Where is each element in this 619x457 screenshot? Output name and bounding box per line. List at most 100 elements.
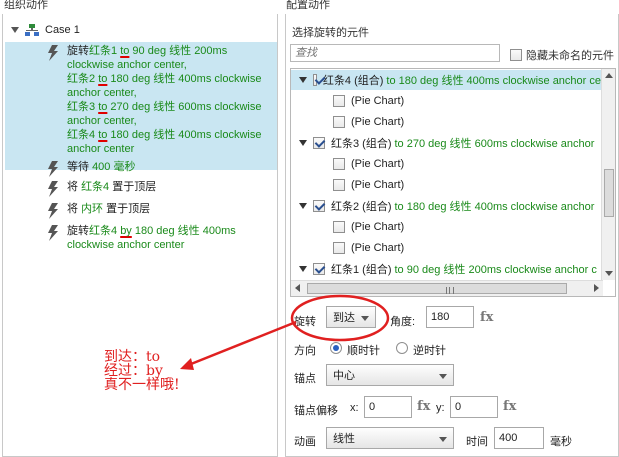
vertical-scrollbar[interactable]: [601, 69, 615, 280]
action-line: 旋转红条4 by 180 deg 线性 400ms: [67, 224, 273, 238]
lightning-icon: [47, 45, 59, 61]
offset-x-value: 0: [369, 401, 376, 413]
action-text: anchor center: [67, 143, 135, 155]
tree-row-name: 红条4 (组合): [322, 75, 384, 87]
action-item[interactable]: 旋转红条1 to 90 deg 线性 200ms clockwise anchor…: [67, 44, 273, 156]
annotation-line-1: 到达：to: [104, 349, 161, 365]
tree-row-checkbox[interactable]: [313, 137, 325, 149]
chevron-down-icon: [439, 374, 447, 379]
case-row[interactable]: Case 1: [11, 22, 80, 38]
horizontal-scroll-thumb[interactable]: [307, 283, 567, 294]
expand-arrow-icon[interactable]: [299, 140, 307, 146]
tree-child-row[interactable]: (Pie Chart): [291, 91, 601, 111]
horizontal-scrollbar[interactable]: [291, 280, 603, 296]
vertical-scroll-thumb[interactable]: [604, 169, 614, 217]
scroll-up-icon[interactable]: [605, 73, 613, 78]
rotate-mode-value: 到达: [333, 312, 355, 324]
action-text: 红条1: [89, 45, 118, 57]
angle-label: 角度:: [390, 316, 416, 328]
action-text: 270 deg 线性 600ms clockwise: [107, 101, 262, 113]
action-line: 等待 400 毫秒: [67, 160, 273, 174]
animation-label: 动画: [294, 436, 316, 448]
tree-child-row[interactable]: (Pie Chart): [291, 175, 601, 195]
tree-row-name: (Pie Chart): [351, 221, 405, 233]
counterclockwise-radio[interactable]: [396, 342, 408, 354]
action-line: 旋转红条1 to 90 deg 线性 200ms: [67, 44, 273, 58]
action-item[interactable]: 等待 400 毫秒: [67, 160, 273, 174]
case-label: Case 1: [45, 24, 80, 36]
clockwise-radio[interactable]: [330, 342, 342, 354]
offset-y-label: y:: [436, 402, 445, 414]
tree-child-row[interactable]: (Pie Chart): [291, 154, 601, 174]
angle-input[interactable]: 180: [426, 306, 474, 328]
action-text: anchor center,: [67, 115, 137, 127]
lightning-icon: [47, 203, 59, 219]
tree-row-checkbox[interactable]: [313, 74, 317, 86]
select-widgets-title: 选择旋转的元件: [292, 27, 369, 39]
rotate-mode-select[interactable]: 到达: [326, 306, 376, 328]
tree-row-checkbox[interactable]: [333, 95, 345, 107]
tree-row-description: to 180 deg 线性 400ms clockwise anchor ce: [386, 75, 601, 87]
tree-child-row[interactable]: (Pie Chart): [291, 217, 601, 237]
action-text: 旋转: [67, 225, 89, 237]
tree-child-row[interactable]: (Pie Chart): [291, 238, 601, 258]
scroll-down-icon[interactable]: [605, 271, 613, 276]
action-item[interactable]: 将 内环 置于顶层: [67, 202, 273, 216]
counterclockwise-label: 逆时针: [413, 345, 446, 357]
offset-x-input[interactable]: 0: [364, 396, 412, 418]
action-line: anchor center,: [67, 86, 273, 100]
offset-x-fx-button[interactable]: fx: [417, 399, 430, 414]
action-line: 红条4 to 180 deg 线性 400ms clockwise: [67, 128, 273, 142]
tree-row-checkbox[interactable]: [333, 242, 345, 254]
tree-group-row[interactable]: 红条1 (组合) to 90 deg 线性 200ms clockwise anc…: [291, 259, 601, 279]
anchor-select[interactable]: 中心: [326, 364, 454, 386]
tree-group-row[interactable]: 红条3 (组合) to 270 deg 线性 600ms clockwise an…: [291, 133, 601, 153]
action-line: anchor center,: [67, 114, 273, 128]
tree-row-checkbox[interactable]: [333, 116, 345, 128]
tree-row-checkbox[interactable]: [313, 263, 325, 275]
action-text: to: [98, 101, 108, 113]
hide-unnamed-label: 隐藏未命名的元件: [526, 50, 614, 62]
lightning-icon: [47, 225, 59, 241]
action-text: 红条2: [67, 73, 99, 85]
left-panel-header: 组织动作: [4, 0, 48, 11]
offset-y-value: 0: [455, 401, 462, 413]
tree-group-row[interactable]: 红条4 (组合) to 180 deg 线性 400ms clockwise an…: [291, 70, 601, 90]
expand-arrow-icon[interactable]: [299, 266, 307, 272]
action-item[interactable]: 旋转红条4 by 180 deg 线性 400ms clockwise ancho…: [67, 224, 273, 252]
tree-row-checkbox[interactable]: [333, 158, 345, 170]
widget-tree: 红条4 (组合) to 180 deg 线性 400ms clockwise an…: [290, 68, 616, 297]
grip-icon: [446, 287, 454, 294]
action-text: 红条3: [67, 101, 99, 113]
action-line: 将 内环 置于顶层: [67, 202, 273, 216]
scroll-right-icon[interactable]: [594, 284, 599, 292]
hide-unnamed-toggle[interactable]: 隐藏未命名的元件: [510, 47, 614, 63]
offset-y-input[interactable]: 0: [450, 396, 498, 418]
search-input[interactable]: [290, 44, 500, 62]
tree-child-row[interactable]: (Pie Chart): [291, 112, 601, 132]
tree-row-checkbox[interactable]: [333, 221, 345, 233]
scroll-left-icon[interactable]: [295, 284, 300, 292]
time-input[interactable]: 400: [494, 427, 544, 449]
expand-arrow-icon[interactable]: [299, 203, 307, 209]
action-text: anchor center,: [67, 87, 137, 99]
anchor-value: 中心: [333, 370, 355, 382]
action-line: anchor center: [67, 142, 273, 156]
expand-arrow-icon[interactable]: [299, 77, 307, 83]
tree-row-description: to 90 deg 线性 200ms clockwise anchor c: [394, 264, 597, 276]
offset-y-fx-button[interactable]: fx: [503, 399, 516, 414]
direction-label: 方向: [294, 345, 316, 357]
clockwise-label: 顺时针: [347, 345, 380, 357]
action-item[interactable]: 将 红条4 置于顶层: [67, 180, 273, 194]
expand-arrow-icon[interactable]: [11, 27, 19, 33]
action-text: clockwise anchor center,: [67, 59, 187, 71]
tree-row-checkbox[interactable]: [333, 179, 345, 191]
tree-row-checkbox[interactable]: [313, 200, 325, 212]
hide-unnamed-checkbox[interactable]: [510, 49, 522, 61]
annotation-line-3: 真不一样哦!: [104, 377, 180, 393]
action-text: 400 毫秒: [92, 161, 136, 173]
animation-select[interactable]: 线性: [326, 427, 454, 449]
action-text: 红条4: [89, 225, 121, 237]
angle-fx-button[interactable]: fx: [480, 310, 493, 325]
tree-group-row[interactable]: 红条2 (组合) to 180 deg 线性 400ms clockwise an…: [291, 196, 601, 216]
